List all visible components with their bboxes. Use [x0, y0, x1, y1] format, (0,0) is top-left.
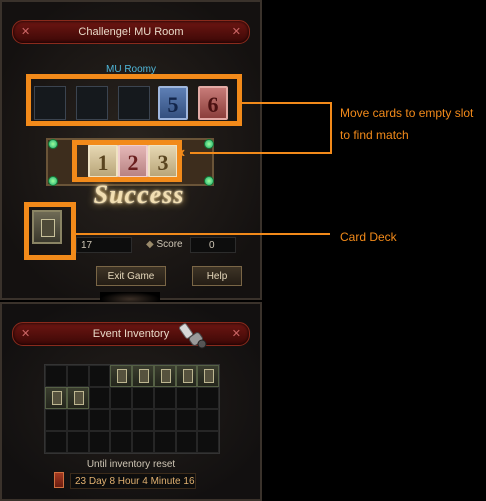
inventory-card-item[interactable]	[110, 365, 132, 387]
inventory-cell[interactable]	[132, 409, 154, 431]
inventory-reset-timer: 23 Day 8 Hour 4 Minute 16	[70, 473, 196, 489]
annotation-line	[242, 102, 332, 104]
inventory-cell[interactable]	[88, 387, 111, 409]
inventory-cell[interactable]	[45, 431, 67, 453]
card-deck-annotation: Card Deck	[340, 230, 397, 244]
inventory-card-item[interactable]	[66, 387, 89, 409]
inventory-cell[interactable]	[88, 365, 111, 387]
help-button[interactable]: Help	[192, 266, 242, 286]
inventory-cell[interactable]	[66, 365, 89, 387]
inventory-cell[interactable]	[197, 409, 219, 431]
annotation-line	[190, 152, 332, 154]
diamond-icon: ◆	[146, 239, 154, 250]
score-value: 0	[190, 237, 236, 253]
inventory-card-item[interactable]	[153, 365, 176, 387]
inventory-cell[interactable]	[110, 409, 132, 431]
inventory-cell[interactable]	[175, 409, 198, 431]
move-cards-annotation: Move cards to empty slot to find match	[340, 106, 474, 142]
empty-slots-highlight	[26, 74, 242, 126]
inventory-cell[interactable]	[197, 387, 219, 409]
inventory-card-item[interactable]	[197, 365, 219, 387]
inventory-cell[interactable]	[88, 409, 111, 431]
gem-icon	[204, 139, 214, 149]
inventory-reset-label: Until inventory reset	[86, 459, 176, 470]
inventory-cell[interactable]	[153, 431, 176, 453]
inventory-cell[interactable]	[132, 431, 154, 453]
inventory-grid	[44, 364, 220, 454]
inventory-title-bar: ✕ Event Inventory ✕	[12, 322, 250, 346]
challenge-title: Challenge! MU Room	[78, 26, 184, 38]
inventory-card-item[interactable]	[175, 365, 198, 387]
inventory-cell[interactable]	[45, 409, 67, 431]
score-label: ◆ Score	[146, 239, 183, 250]
inventory-cell[interactable]	[66, 431, 89, 453]
inventory-cell[interactable]	[175, 431, 198, 453]
inventory-cell[interactable]	[132, 387, 154, 409]
repair-wrench-icon[interactable]	[178, 322, 210, 352]
annotation-line	[330, 102, 332, 154]
inventory-cell[interactable]	[153, 387, 176, 409]
ornament-icon: ✕	[21, 328, 31, 340]
success-text: Success	[93, 180, 185, 209]
challenge-title-bar: ✕ Challenge! MU Room ✕	[12, 20, 250, 44]
inventory-card-item[interactable]	[45, 387, 67, 409]
inventory-cell[interactable]	[110, 387, 132, 409]
exit-game-button[interactable]: Exit Game	[96, 266, 166, 286]
annotation-line	[76, 233, 330, 235]
ornament-icon: ✕	[21, 26, 31, 38]
deck-count: 17	[76, 237, 132, 253]
hourglass-icon	[54, 472, 64, 488]
inventory-cell[interactable]	[175, 387, 198, 409]
gem-icon	[48, 176, 58, 186]
card-deck-highlight	[24, 202, 76, 260]
inventory-cell[interactable]	[110, 431, 132, 453]
inventory-cell[interactable]	[66, 409, 89, 431]
inventory-cell[interactable]	[197, 431, 219, 453]
arrow-left-icon: ‹	[180, 144, 186, 161]
inventory-cell[interactable]	[88, 431, 111, 453]
inventory-cell[interactable]	[45, 365, 67, 387]
inventory-cell[interactable]	[153, 409, 176, 431]
inventory-title: Event Inventory	[92, 328, 170, 340]
close-icon[interactable]: ✕	[232, 21, 241, 43]
matched-cards-highlight	[72, 140, 182, 182]
gem-icon	[48, 139, 58, 149]
inventory-card-item[interactable]	[132, 365, 154, 387]
close-icon[interactable]: ✕	[232, 323, 241, 345]
